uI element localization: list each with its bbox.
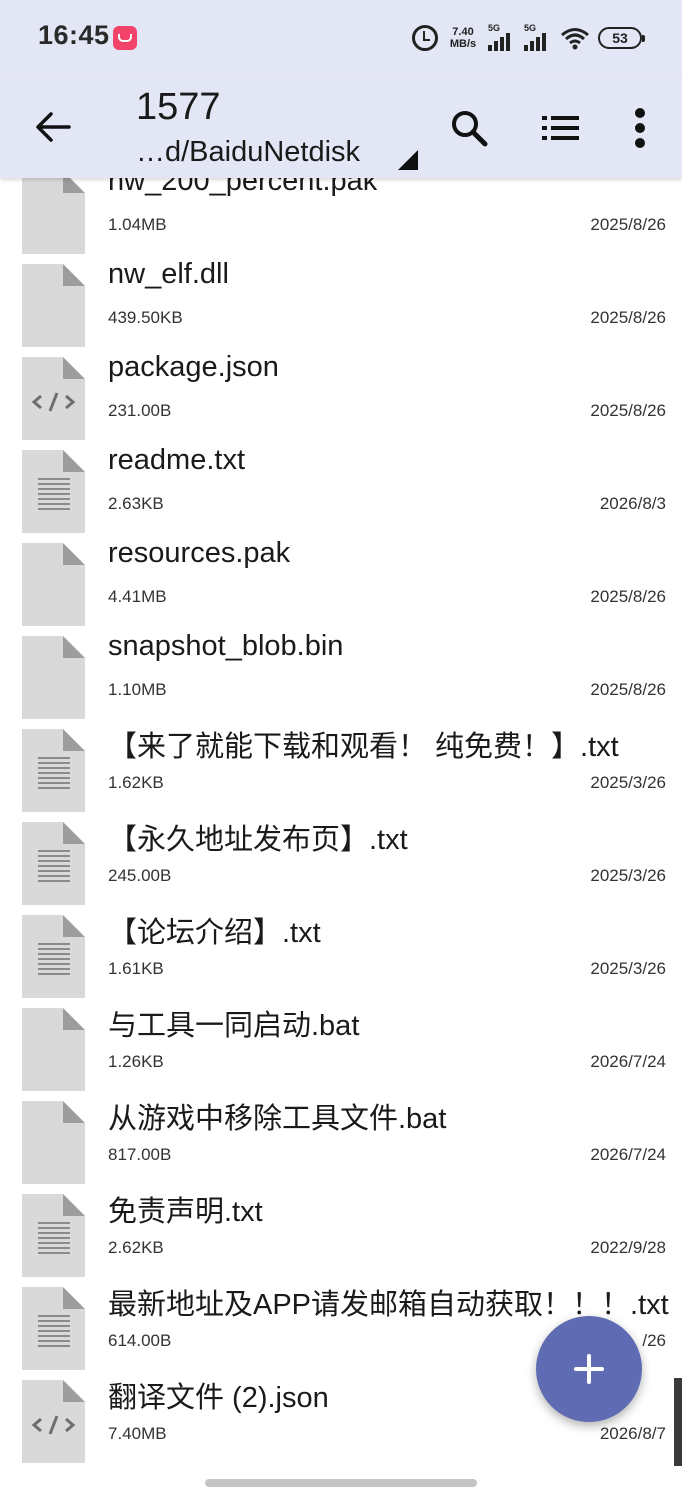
generic-file-icon [22, 1008, 85, 1091]
signal-sim2-icon: 5G [524, 23, 552, 51]
generic-file-icon [22, 264, 85, 347]
battery-icon: 53 [598, 27, 645, 49]
file-name: 免责声明.txt [108, 1196, 263, 1228]
file-name: snapshot_blob.bin [108, 630, 344, 662]
file-size: 1.04MB [108, 215, 167, 234]
generic-file-icon [22, 1101, 85, 1184]
code-file-icon [22, 357, 85, 440]
file-size: 439.50KB [108, 308, 183, 327]
file-date: 2025/8/26 [590, 401, 666, 420]
file-row[interactable]: 【论坛介绍】.txt 1.61KB 2025/3/26 [0, 907, 682, 1000]
file-size: 1.61KB [108, 959, 164, 978]
back-button[interactable] [28, 102, 78, 152]
file-date: 2026/7/24 [590, 1052, 666, 1071]
text-file-icon [22, 1194, 85, 1277]
file-size: 245.00B [108, 866, 172, 885]
search-button[interactable] [441, 100, 497, 156]
file-size: 1.26KB [108, 1052, 164, 1071]
file-date: 2022/9/28 [590, 1238, 666, 1257]
file-row[interactable]: snapshot_blob.bin 1.10MB 2025/8/26 [0, 628, 682, 721]
sim2-label: 5G [524, 23, 537, 33]
text-file-icon [22, 915, 85, 998]
code-file-icon [22, 1380, 85, 1463]
app-bar: 1577 …d/BaiduNetdisk [0, 76, 682, 178]
back-arrow-icon [36, 112, 71, 142]
plus-icon [574, 1354, 604, 1384]
text-file-icon [22, 729, 85, 812]
network-speed-value: 7.40 [452, 26, 474, 38]
file-name: 【来了就能下载和观看！ 纯免费！】.txt [108, 731, 619, 763]
network-speed: 7.40 MB/s [446, 26, 480, 50]
text-file-icon [22, 1287, 85, 1370]
file-row[interactable]: 【来了就能下载和观看！ 纯免费！】.txt 1.62KB 2025/3/26 [0, 721, 682, 814]
generic-file-icon [22, 636, 85, 719]
file-date: 2025/3/26 [590, 773, 666, 792]
file-date: /26 [642, 1331, 666, 1350]
file-size: 4.41MB [108, 587, 167, 606]
file-size: 817.00B [108, 1145, 172, 1164]
file-name: 【永久地址发布页】.txt [108, 824, 408, 856]
list-view-icon [542, 116, 579, 140]
file-name: 与工具一同启动.bat [108, 1010, 360, 1042]
generic-file-icon [22, 543, 85, 626]
file-name: 从游戏中移除工具文件.bat [108, 1103, 447, 1135]
file-name: nw_elf.dll [108, 258, 229, 290]
file-size: 2.62KB [108, 1238, 164, 1257]
notification-app-icon [113, 26, 137, 50]
file-date: 2025/8/26 [590, 308, 666, 327]
file-name: readme.txt [108, 444, 245, 476]
network-speed-unit: MB/s [449, 38, 477, 50]
file-row[interactable]: 【永久地址发布页】.txt 245.00B 2025/3/26 [0, 814, 682, 907]
home-indicator[interactable] [205, 1479, 477, 1487]
file-size: 231.00B [108, 401, 172, 420]
signal-sim1-icon: 5G [488, 23, 516, 51]
file-name: resources.pak [108, 537, 291, 569]
file-date: 2025/8/26 [590, 587, 666, 606]
file-date: 2025/3/26 [590, 866, 666, 885]
file-date: 2026/7/24 [590, 1145, 666, 1164]
file-name: 翻译文件 (2).json [108, 1382, 329, 1414]
page-title: 1577 [136, 86, 221, 128]
file-row[interactable]: 与工具一同启动.bat 1.26KB 2026/7/24 [0, 1000, 682, 1093]
file-row[interactable]: readme.txt 2.63KB 2026/8/3 [0, 442, 682, 535]
file-row[interactable]: 免责声明.txt 2.62KB 2022/9/28 [0, 1186, 682, 1279]
add-fab-button[interactable] [536, 1316, 642, 1422]
text-file-icon [22, 450, 85, 533]
file-name: 【论坛介绍】.txt [108, 917, 321, 949]
file-size: 2.63KB [108, 494, 164, 513]
wifi-icon [561, 28, 589, 50]
generic-file-icon [22, 171, 85, 254]
file-row[interactable]: 从游戏中移除工具文件.bat 817.00B 2026/7/24 [0, 1093, 682, 1186]
file-row[interactable]: nw_elf.dll 439.50KB 2025/8/26 [0, 256, 682, 349]
text-file-icon [22, 822, 85, 905]
file-date: 2026/8/3 [599, 494, 666, 513]
file-size: 1.62KB [108, 773, 164, 792]
file-date: 2026/8/7 [599, 1424, 666, 1443]
file-date: 2025/8/26 [590, 215, 666, 234]
battery-level: 53 [612, 30, 628, 46]
file-size: 7.40MB [108, 1424, 167, 1443]
status-bar: 16:45 7.40 MB/s 5G 5G 53 [0, 0, 682, 76]
more-options-button[interactable] [612, 100, 668, 156]
sim1-label: 5G [488, 23, 501, 33]
more-vert-icon [635, 108, 645, 148]
file-name: package.json [108, 351, 279, 383]
file-date: 2025/8/26 [590, 680, 666, 699]
search-icon [452, 111, 488, 147]
path-dropdown[interactable]: …d/BaiduNetdisk [136, 136, 360, 169]
file-date: 2025/3/26 [590, 959, 666, 978]
status-icons: 7.40 MB/s 5G 5G 53 [412, 22, 645, 54]
dropdown-triangle-icon[interactable] [396, 148, 418, 170]
file-size: 1.10MB [108, 680, 167, 699]
file-row[interactable]: resources.pak 4.41MB 2025/8/26 [0, 535, 682, 628]
scrollbar[interactable] [674, 1378, 682, 1466]
list-view-button[interactable] [533, 100, 589, 156]
file-size: 614.00B [108, 1331, 172, 1350]
alarm-icon [412, 25, 438, 51]
file-row[interactable]: package.json 231.00B 2025/8/26 [0, 349, 682, 442]
status-time: 16:45 [38, 20, 110, 50]
